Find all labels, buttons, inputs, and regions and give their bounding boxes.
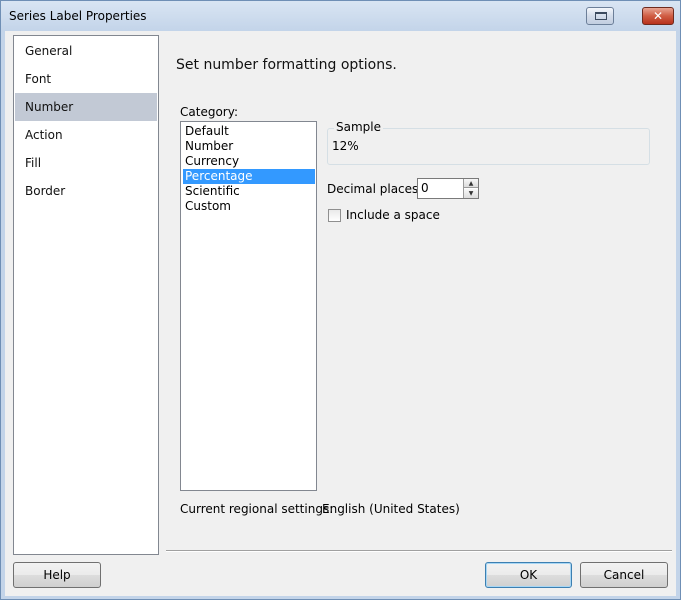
nav-item-fill[interactable]: Fill	[15, 149, 157, 177]
decimal-places-stepper[interactable]: 0 ▲ ▼	[417, 178, 479, 199]
page-navigation-list: General Font Number Action Fill Border	[13, 35, 159, 555]
decimal-places-value[interactable]: 0	[421, 181, 429, 195]
regional-settings-label: Current regional settings:	[180, 502, 334, 516]
spin-up-button[interactable]: ▲	[464, 179, 478, 188]
footer-separator	[166, 550, 672, 552]
sample-group: Sample 12%	[327, 120, 650, 165]
nav-item-general[interactable]: General	[15, 37, 157, 65]
decimal-places-label: Decimal places:	[327, 182, 423, 196]
category-item-percentage[interactable]: Percentage	[183, 169, 315, 184]
restore-icon	[595, 12, 607, 20]
category-item-currency[interactable]: Currency	[183, 154, 315, 169]
category-label: Category:	[180, 105, 238, 119]
sample-value: 12%	[332, 139, 359, 153]
category-item-default[interactable]: Default	[183, 124, 315, 139]
help-button[interactable]: Help	[13, 562, 101, 588]
spin-down-button[interactable]: ▼	[464, 189, 478, 198]
sample-group-title: Sample	[334, 120, 383, 134]
regional-settings-value: English (United States)	[322, 502, 460, 516]
window-title: Series Label Properties	[9, 9, 147, 23]
category-item-scientific[interactable]: Scientific	[183, 184, 315, 199]
close-button[interactable]: ✕	[642, 7, 674, 25]
ok-button[interactable]: OK	[485, 562, 572, 588]
dialog-client-area: General Font Number Action Fill Border S…	[5, 31, 676, 596]
category-item-number[interactable]: Number	[183, 139, 315, 154]
nav-item-font[interactable]: Font	[15, 65, 157, 93]
stepper-buttons: ▲ ▼	[463, 179, 478, 198]
nav-item-border[interactable]: Border	[15, 177, 157, 205]
page-heading: Set number formatting options.	[176, 57, 397, 73]
dialog-window: Series Label Properties ✕ General Font N…	[0, 0, 681, 600]
title-bar[interactable]: Series Label Properties ✕	[1, 1, 680, 31]
nav-item-number[interactable]: Number	[15, 93, 157, 121]
close-icon: ✕	[652, 9, 664, 23]
cancel-button[interactable]: Cancel	[580, 562, 668, 588]
category-listbox[interactable]: Default Number Currency Percentage Scien…	[180, 121, 317, 491]
include-space-label[interactable]: Include a space	[346, 208, 440, 222]
include-space-checkbox[interactable]	[328, 209, 341, 222]
category-item-custom[interactable]: Custom	[183, 199, 315, 214]
restore-button[interactable]	[586, 7, 614, 25]
nav-item-action[interactable]: Action	[15, 121, 157, 149]
